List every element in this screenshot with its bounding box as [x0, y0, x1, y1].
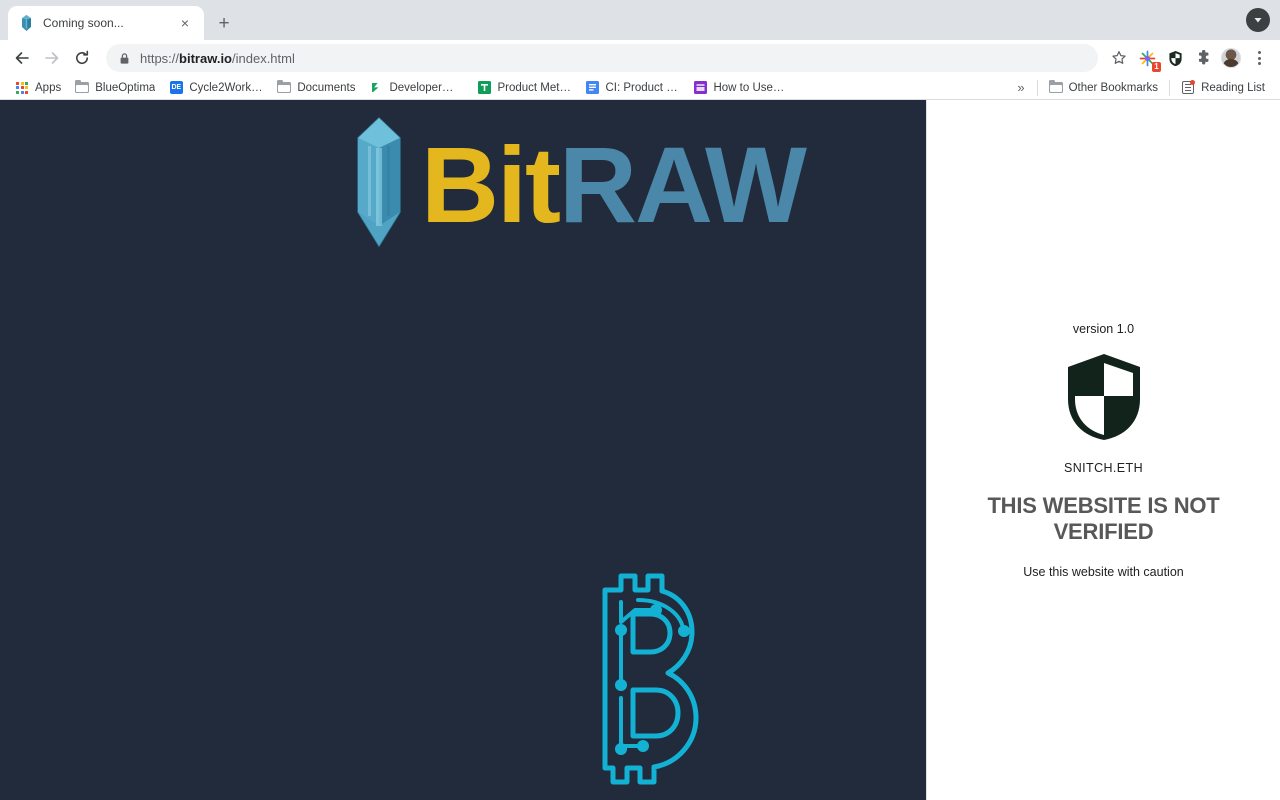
url-domain: bitraw.io	[179, 50, 232, 66]
crystal-icon	[18, 15, 34, 31]
forward-button[interactable]	[38, 44, 66, 72]
verification-headline: THIS WEBSITE IS NOT VERIFIED	[987, 493, 1220, 544]
wordmark-raw: RAW	[558, 123, 807, 245]
extension-badge-count: 1	[1152, 62, 1161, 72]
extension-snowflake-icon[interactable]: 1	[1134, 45, 1161, 72]
shield-extension-icon[interactable]	[1162, 45, 1188, 71]
docs-blue-icon: DE	[169, 81, 183, 95]
other-bookmarks-button[interactable]: Other Bookmarks	[1042, 78, 1165, 98]
profile-avatar[interactable]	[1218, 45, 1244, 71]
lock-icon	[118, 52, 131, 65]
bookmark-ci-product-eng[interactable]: CI: Product & Engi...	[578, 78, 686, 98]
close-icon[interactable]: ×	[176, 14, 194, 32]
tab-title: Coming soon...	[43, 16, 124, 30]
browser-toolbar: https://bitraw.io/index.html 1	[0, 40, 1280, 76]
bookmark-star-icon[interactable]	[1106, 45, 1132, 71]
address-bar[interactable]: https://bitraw.io/index.html	[106, 44, 1098, 72]
divider	[1036, 79, 1038, 96]
bookmark-label: DeveloperWeek Gl...	[389, 81, 464, 94]
reading-list-button[interactable]: Reading List	[1174, 78, 1272, 98]
url-path: /index.html	[232, 50, 295, 66]
bookmark-label: Other Bookmarks	[1068, 81, 1159, 94]
bookmark-blueoptima[interactable]: BlueOptima	[68, 78, 162, 98]
bookmark-label: BlueOptima	[95, 81, 156, 94]
bookmark-cycle2work[interactable]: DE Cycle2Work Sche...	[162, 78, 270, 98]
back-button[interactable]	[8, 44, 36, 72]
bookmark-apps[interactable]: Apps	[8, 78, 68, 98]
shield-quartered-icon	[1064, 352, 1144, 447]
folder-icon	[75, 79, 90, 95]
extension-version: version 1.0	[1072, 322, 1135, 336]
bookmark-developerweek[interactable]: DeveloperWeek Gl...	[362, 78, 470, 98]
bookmark-label: Documents	[297, 81, 356, 94]
bookmark-product-metrics[interactable]: Product Metrics -...	[470, 78, 578, 98]
extensions-puzzle-icon[interactable]	[1190, 45, 1216, 71]
bookmark-label: Cycle2Work Sche...	[189, 81, 263, 94]
bookmarks-bar: Apps BlueOptima DE Cycle2Work Sche... Do…	[0, 76, 1280, 100]
bookmark-label: How to Use Googl...	[713, 81, 787, 94]
caution-text: Use this website with caution	[1023, 564, 1184, 579]
reading-list-icon	[1181, 80, 1196, 95]
chrome-menu-icon[interactable]	[1246, 45, 1272, 71]
sheets-green-icon	[477, 81, 491, 95]
bookmark-how-to-use-google[interactable]: How to Use Googl...	[686, 78, 794, 98]
browser-tab[interactable]: Coming soon... ×	[8, 6, 204, 40]
url-scheme: https://	[140, 50, 180, 66]
bookmark-label: Product Metrics -...	[497, 81, 572, 94]
reload-button[interactable]	[68, 44, 96, 72]
site-logo: BitRAW	[355, 116, 807, 253]
site-green-icon	[369, 81, 383, 95]
unread-dot	[1190, 80, 1196, 85]
wordmark-bit: Bit	[421, 123, 561, 245]
bookmark-label: Apps	[35, 81, 62, 94]
site-wordmark: BitRAW	[421, 130, 807, 239]
divider	[1169, 79, 1171, 96]
folder-icon	[1048, 79, 1063, 95]
docs-blue-icon	[585, 81, 599, 95]
extension-app-name: SNITCH.ETH	[1064, 461, 1143, 475]
page-viewport: BitRAW version 1.0 SNITCH.ETH THIS WEBSI…	[0, 100, 1280, 800]
bookmarks-bar-right: » Other Bookmarks Reading List	[1009, 78, 1272, 98]
browser-window: Coming soon... × + https://bitraw.io/ind…	[0, 0, 1280, 800]
bookmark-label: CI: Product & Engi...	[605, 81, 679, 94]
chevron-down-circle-icon[interactable]	[1246, 8, 1270, 32]
bitcoin-circuit-b-icon	[580, 570, 700, 793]
crystal-gem-icon	[355, 116, 403, 253]
bookmarks-overflow-button[interactable]: »	[1009, 80, 1032, 95]
apps-grid-icon	[15, 81, 29, 95]
tab-strip: Coming soon... × +	[0, 0, 1280, 40]
bookmark-documents[interactable]: Documents	[270, 78, 362, 98]
bookmark-label: Reading List	[1201, 81, 1265, 94]
snitch-extension-popup: version 1.0 SNITCH.ETH THIS WEBSITE IS N…	[926, 100, 1280, 800]
url-text: https://bitraw.io/index.html	[140, 51, 295, 66]
new-tab-button[interactable]: +	[210, 9, 238, 37]
slides-purple-icon	[693, 81, 707, 95]
folder-icon	[277, 79, 292, 95]
